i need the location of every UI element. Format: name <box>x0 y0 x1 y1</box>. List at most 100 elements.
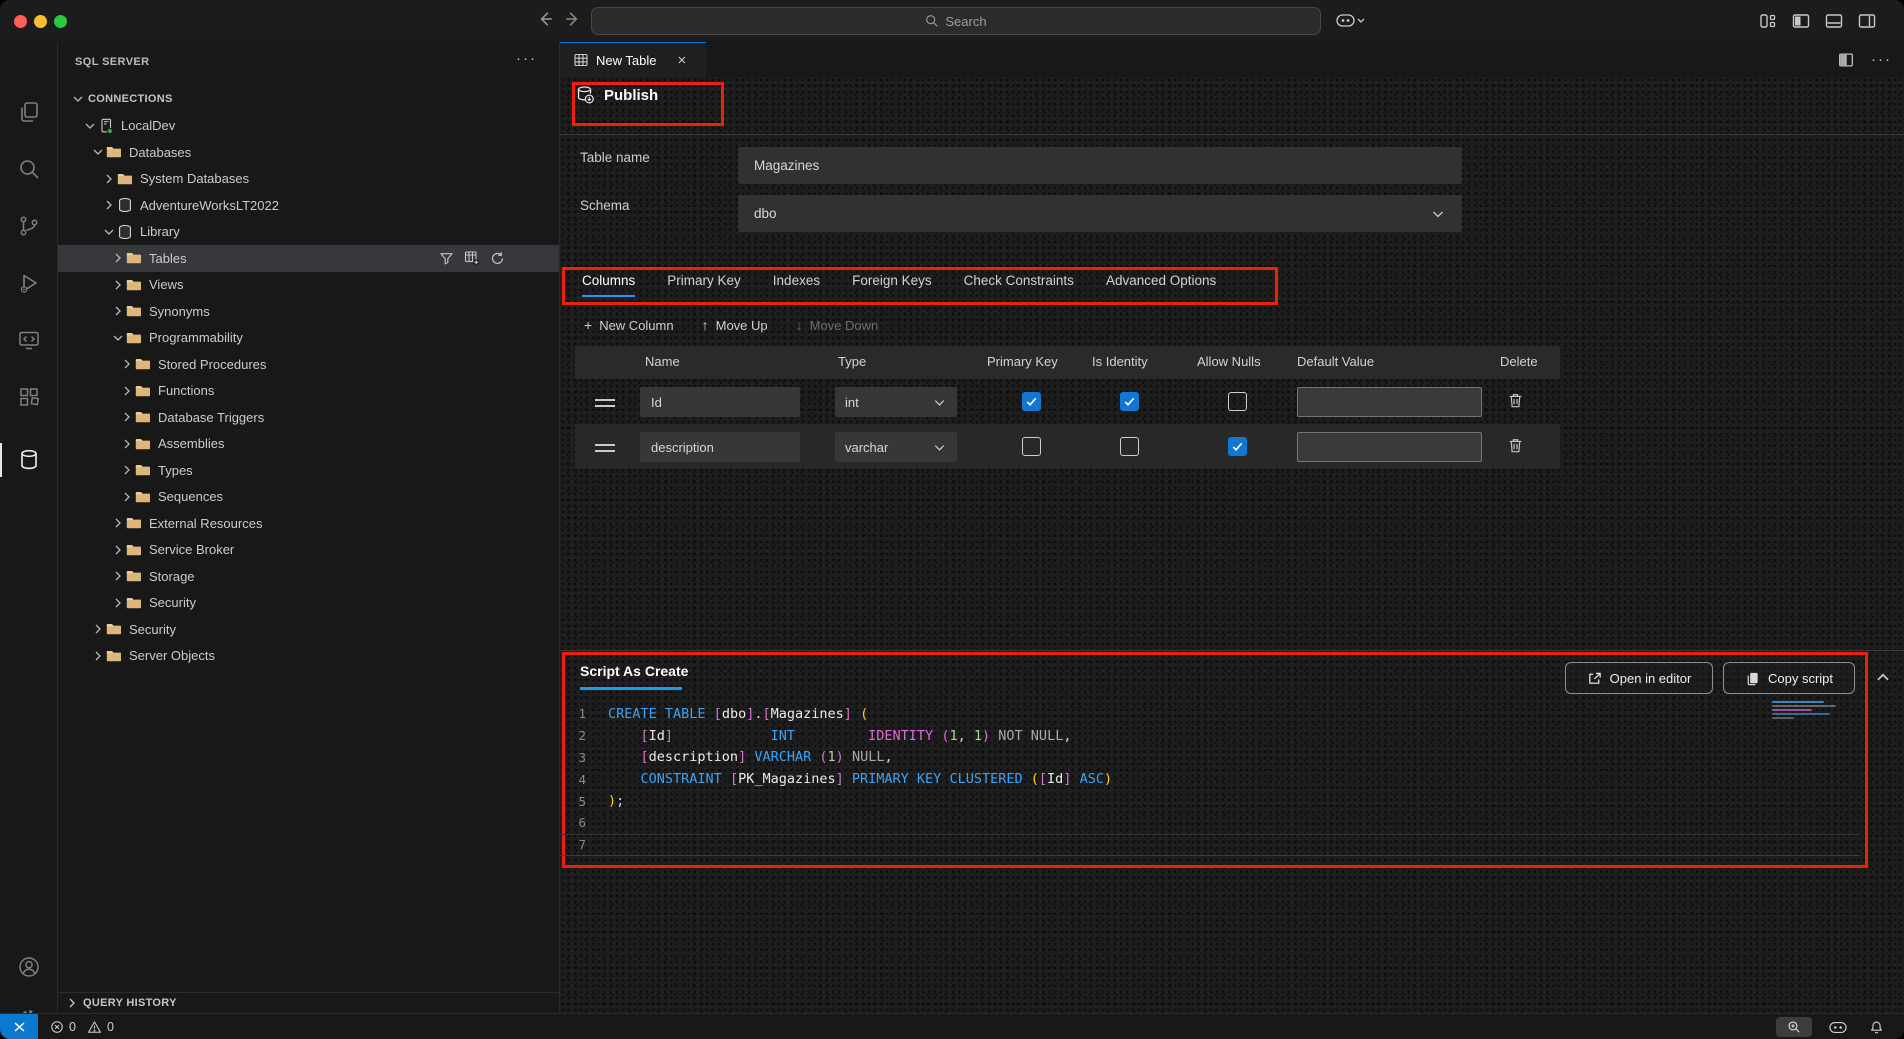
tree-item-database-triggers[interactable]: Database Triggers <box>58 404 559 431</box>
move-up-button[interactable]: ↑ Move Up <box>702 317 768 333</box>
remote-indicator[interactable] <box>0 1014 38 1039</box>
copilot-status-icon[interactable] <box>1826 1017 1850 1037</box>
tree-item-views[interactable]: Views <box>58 272 559 299</box>
tree-item-connections[interactable]: CONNECTIONS <box>58 86 559 113</box>
default-value-input[interactable] <box>1297 387 1482 417</box>
code-line-2[interactable]: 2 [Id] INT IDENTITY (1, 1) NOT NULL, <box>560 725 1860 747</box>
notifications-bell-icon[interactable] <box>1864 1017 1888 1037</box>
tree-item-security[interactable]: Security <box>58 616 559 643</box>
designer-tab-primary-key[interactable]: Primary Key <box>667 273 741 297</box>
open-in-editor-button[interactable]: Open in editor <box>1565 662 1713 694</box>
tree-item-server-objects[interactable]: Server Objects <box>58 643 559 670</box>
more-actions-icon[interactable]: ··· <box>516 50 537 67</box>
search-input[interactable]: Search <box>591 7 1321 35</box>
code-line-4[interactable]: 4 CONSTRAINT [PK_Magazines] PRIMARY KEY … <box>560 768 1860 790</box>
code-line-6[interactable]: 6 <box>560 812 1860 834</box>
tree-item-databases[interactable]: Databases <box>58 139 559 166</box>
column-name-input[interactable] <box>640 432 800 462</box>
search-icon[interactable] <box>0 149 58 189</box>
split-editor-icon[interactable] <box>1837 51 1855 69</box>
back-icon[interactable] <box>536 10 554 28</box>
zoom-indicator[interactable] <box>1776 1017 1812 1037</box>
code-line-1[interactable]: 1CREATE TABLE [dbo].[Magazines] ( <box>560 703 1860 725</box>
column-type-dropdown[interactable]: varchar <box>835 432 957 462</box>
tree-item-external-resources[interactable]: External Resources <box>58 510 559 537</box>
forward-icon[interactable] <box>564 10 582 28</box>
schema-dropdown[interactable]: dbo <box>738 195 1462 232</box>
new-column-button[interactable]: + New Column <box>584 317 674 333</box>
is-identity-checkbox[interactable] <box>1120 437 1139 456</box>
delete-trash-icon[interactable] <box>1507 437 1524 454</box>
tree-item-localdev[interactable]: LocalDev <box>58 113 559 140</box>
column-name-input[interactable] <box>640 387 800 417</box>
run-debug-icon[interactable] <box>0 263 58 303</box>
tree-item-assemblies[interactable]: Assemblies <box>58 431 559 458</box>
tree-item-types[interactable]: Types <box>58 457 559 484</box>
sql-server-icon[interactable] <box>0 440 58 480</box>
problems-status[interactable]: 0 0 <box>50 1020 114 1034</box>
copilot-icon[interactable] <box>1336 12 1366 30</box>
maximize-window-button[interactable] <box>54 15 67 28</box>
files-icon[interactable] <box>0 92 58 132</box>
table-name-input[interactable] <box>738 147 1462 184</box>
designer-tab-advanced-options[interactable]: Advanced Options <box>1106 273 1216 297</box>
source-control-icon[interactable] <box>0 206 58 246</box>
drag-handle-icon[interactable] <box>595 441 615 455</box>
designer-tab-foreign-keys[interactable]: Foreign Keys <box>852 273 932 297</box>
tree-item-synonyms[interactable]: Synonyms <box>58 298 559 325</box>
close-icon[interactable]: × <box>677 52 686 69</box>
tree-item-tables[interactable]: Tables <box>58 245 559 272</box>
code-line-3[interactable]: 3 [description] VARCHAR (1) NULL, <box>560 747 1860 769</box>
designer-tab-indexes[interactable]: Indexes <box>773 273 820 297</box>
folder-icon <box>117 171 133 187</box>
chevron-up-icon[interactable] <box>1874 668 1892 686</box>
line-number: 6 <box>560 815 608 830</box>
publish-button[interactable]: Publish <box>575 85 658 105</box>
primary-key-checkbox[interactable] <box>1022 392 1041 411</box>
copy-script-button[interactable]: Copy script <box>1723 662 1855 694</box>
tree-item-functions[interactable]: Functions <box>58 378 559 405</box>
minimize-window-button[interactable] <box>34 15 47 28</box>
default-value-input[interactable] <box>1297 432 1482 462</box>
panel-left-icon[interactable] <box>1791 11 1811 31</box>
tree-item-library[interactable]: Library <box>58 219 559 246</box>
tree-item-storage[interactable]: Storage <box>58 563 559 590</box>
more-actions-icon[interactable]: ··· <box>1871 51 1892 68</box>
extensions-icon[interactable] <box>0 377 58 417</box>
allow-nulls-checkbox[interactable] <box>1228 437 1247 456</box>
tree-item-security[interactable]: Security <box>58 590 559 617</box>
tree-item-service-broker[interactable]: Service Broker <box>58 537 559 564</box>
sql-script-code[interactable]: 1CREATE TABLE [dbo].[Magazines] (2 [Id] … <box>560 703 1860 856</box>
script-as-create-tab[interactable]: Script As Create <box>580 663 688 679</box>
primary-key-checkbox[interactable] <box>1022 437 1041 456</box>
code-line-7[interactable]: 7 <box>560 834 1860 856</box>
folder-icon <box>135 409 151 425</box>
tree-item-adventureworkslt2022[interactable]: AdventureWorksLT2022 <box>58 192 559 219</box>
tree-item-system-databases[interactable]: System Databases <box>58 166 559 193</box>
code-line-5[interactable]: 5); <box>560 790 1860 812</box>
panel-bottom-icon[interactable] <box>1824 11 1844 31</box>
designer-tab-check-constraints[interactable]: Check Constraints <box>964 273 1074 297</box>
minimap[interactable] <box>1772 699 1852 725</box>
allow-nulls-checkbox[interactable] <box>1228 392 1247 411</box>
move-down-button[interactable]: ↓ Move Down <box>796 317 879 333</box>
designer-tab-columns[interactable]: Columns <box>582 273 635 297</box>
is-identity-checkbox[interactable] <box>1120 392 1139 411</box>
account-icon[interactable] <box>0 947 58 987</box>
delete-trash-icon[interactable] <box>1507 392 1524 409</box>
filter-icon[interactable] <box>439 251 454 266</box>
tree-item-sequences[interactable]: Sequences <box>58 484 559 511</box>
refresh-icon[interactable] <box>490 251 505 266</box>
tab-new-table[interactable]: New Table × <box>560 42 706 77</box>
col-header-is-identity: Is Identity <box>1092 354 1148 369</box>
drag-handle-icon[interactable] <box>595 396 615 410</box>
tree-item-stored-procedures[interactable]: Stored Procedures <box>58 351 559 378</box>
remote-explorer-icon[interactable] <box>0 320 58 360</box>
query-history-section[interactable]: QUERY HISTORY <box>58 992 559 1013</box>
panel-right-icon[interactable] <box>1857 11 1877 31</box>
close-window-button[interactable] <box>14 15 27 28</box>
column-type-dropdown[interactable]: int <box>835 387 957 417</box>
customize-layout-icon[interactable] <box>1758 11 1778 31</box>
new-table-icon[interactable] <box>464 250 480 266</box>
tree-item-programmability[interactable]: Programmability <box>58 325 559 352</box>
